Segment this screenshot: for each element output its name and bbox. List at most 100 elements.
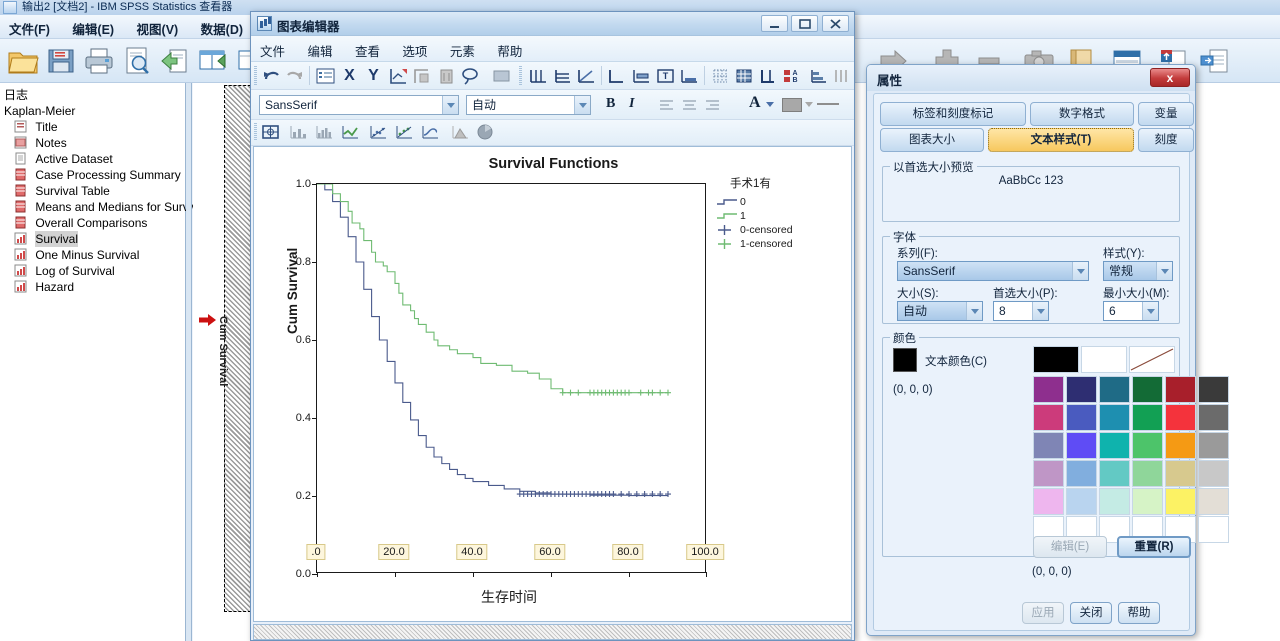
font-style-select[interactable]: 常规: [1103, 261, 1173, 281]
save-icon[interactable]: [44, 44, 78, 78]
plot-area[interactable]: Cum Survival 0.0 0.2 0.4 0.6 0.8 1.0: [285, 178, 707, 580]
preferred-size-select[interactable]: 8: [993, 301, 1049, 321]
palette-swatch-gradient[interactable]: [1129, 346, 1175, 373]
close-icon[interactable]: x: [1150, 68, 1190, 87]
lasso-select-icon[interactable]: [460, 66, 481, 86]
add-mean-line-icon[interactable]: [679, 66, 700, 86]
palette-swatch[interactable]: [1033, 488, 1064, 515]
palette-swatch-white[interactable]: [1081, 346, 1127, 373]
chart-legend[interactable]: 手术1有 0 1 0-censored 1-censored: [716, 175, 846, 251]
menu-data[interactable]: 数据(D): [192, 15, 252, 41]
palette-swatch[interactable]: [1132, 404, 1163, 431]
both-grid-lines-icon[interactable]: [734, 66, 755, 86]
outline-item-log-of-survival[interactable]: Log of Survival: [0, 263, 185, 279]
axis-icon[interactable]: [758, 66, 779, 86]
palette-swatch[interactable]: [1066, 488, 1097, 515]
line-plot-icon[interactable]: [420, 122, 441, 142]
palette-swatch[interactable]: [1099, 488, 1130, 515]
copy-output-icon[interactable]: [1198, 44, 1232, 78]
chart-editor-edit-toolbar[interactable]: X Y T A B: [251, 62, 854, 90]
legend-item[interactable]: 0: [716, 195, 846, 209]
properties-icon[interactable]: [315, 66, 336, 86]
chevron-down-icon[interactable]: [766, 102, 774, 107]
palette-swatch[interactable]: [1165, 460, 1196, 487]
outline-item-log[interactable]: 日志: [0, 87, 185, 103]
chevron-down-icon[interactable]: [805, 102, 813, 107]
histogram-icon[interactable]: [314, 122, 335, 142]
outline-item-title[interactable]: Title: [0, 119, 185, 135]
reset-color-button[interactable]: 重置(R): [1117, 536, 1191, 558]
palette-swatch[interactable]: [1033, 376, 1064, 403]
recall-dialog-icon[interactable]: [158, 44, 192, 78]
palette-swatch[interactable]: [1198, 460, 1229, 487]
palette-swatch[interactable]: [1099, 432, 1130, 459]
scatter-icon[interactable]: [368, 122, 389, 142]
x-tick-label[interactable]: 100.0: [686, 544, 724, 560]
legend-item[interactable]: 1-censored: [716, 237, 846, 251]
chart-title[interactable]: Survival Functions: [254, 156, 853, 172]
outline-item-active-dataset[interactable]: Active Dataset: [0, 151, 185, 167]
add-reference-line-x-icon[interactable]: [528, 66, 549, 86]
palette-swatch[interactable]: [1165, 404, 1196, 431]
data-label-icon[interactable]: [491, 66, 512, 86]
label-swap-icon[interactable]: AB: [781, 66, 802, 86]
pie-icon[interactable]: [475, 122, 496, 142]
outline-item-survival-table[interactable]: Survival Table: [0, 183, 185, 199]
delete-icon[interactable]: [436, 66, 457, 86]
fill-color-icon[interactable]: [782, 98, 802, 112]
outline-scrollbar[interactable]: [186, 83, 192, 641]
font-family-select[interactable]: SansSerif: [897, 261, 1089, 281]
survival-curve-0[interactable]: [317, 184, 669, 497]
text-color-swatch[interactable]: [893, 348, 917, 372]
menu-file[interactable]: 文件(F): [0, 15, 59, 41]
chart-canvas[interactable]: Survival Functions Cum Survival 0.0 0.2 …: [253, 146, 852, 622]
chevron-down-icon[interactable]: [1072, 262, 1088, 280]
outline-item-means-and-medians[interactable]: Means and Medians for Survival: [0, 199, 207, 215]
chevron-down-icon[interactable]: [574, 96, 590, 114]
ce-menu-file[interactable]: 文件: [251, 36, 294, 65]
tab-text-style[interactable]: 文本样式(T): [988, 128, 1134, 152]
chevron-down-icon[interactable]: [442, 96, 458, 114]
toolbar-grip[interactable]: [254, 66, 257, 85]
edit-color-button[interactable]: 编辑(E): [1033, 536, 1107, 558]
palette-swatch[interactable]: [1198, 404, 1229, 431]
chevron-down-icon[interactable]: [966, 302, 982, 320]
ce-menu-help[interactable]: 帮助: [488, 36, 531, 65]
ce-menu-view[interactable]: 查看: [346, 36, 389, 65]
palette-swatch[interactable]: [1132, 376, 1163, 403]
tab-scale[interactable]: 刻度: [1138, 128, 1194, 152]
tab-variables[interactable]: 变量: [1138, 102, 1194, 126]
print-preview-icon[interactable]: [120, 44, 154, 78]
font-size-select[interactable]: 自动: [897, 301, 983, 321]
outline-item-one-minus-survival[interactable]: One Minus Survival: [0, 247, 185, 263]
palette-swatch[interactable]: [1132, 432, 1163, 459]
close-button[interactable]: [822, 15, 849, 32]
palette-swatch[interactable]: [1165, 432, 1196, 459]
area-icon[interactable]: [450, 122, 471, 142]
scatter-fit-icon[interactable]: [394, 122, 415, 142]
chart-editor-font-toolbar[interactable]: SansSerif 自动 B I A: [251, 90, 854, 120]
palette-swatch[interactable]: [1099, 376, 1130, 403]
redo-icon[interactable]: [284, 66, 305, 86]
x-tick-label[interactable]: .0: [306, 544, 326, 560]
tab-number-format[interactable]: 数字格式: [1030, 102, 1134, 126]
legend-item[interactable]: 1: [716, 209, 846, 223]
x-tick-label[interactable]: 60.0: [534, 544, 566, 560]
line-chart-icon[interactable]: [340, 122, 361, 142]
palette-swatch[interactable]: [1033, 432, 1064, 459]
bar-style-icon[interactable]: [808, 66, 829, 86]
outline-item-hazard[interactable]: Hazard: [0, 279, 185, 295]
font-family-combo[interactable]: SansSerif: [259, 95, 459, 115]
align-left-icon[interactable]: [656, 95, 677, 115]
legend-item[interactable]: 0-censored: [716, 223, 846, 237]
close-dialog-button[interactable]: 关闭: [1070, 602, 1112, 624]
palette-swatch[interactable]: [1099, 460, 1130, 487]
x-axis-label[interactable]: 生存时间: [254, 587, 764, 607]
palette-swatch[interactable]: [1165, 376, 1196, 403]
toolbar-grip[interactable]: [254, 123, 257, 140]
open-file-icon[interactable]: [6, 44, 40, 78]
bold-button[interactable]: B: [606, 96, 615, 112]
add-text-box-icon[interactable]: T: [655, 66, 676, 86]
bar-chart-icon[interactable]: [288, 122, 309, 142]
chart-type-icon[interactable]: [260, 122, 281, 142]
